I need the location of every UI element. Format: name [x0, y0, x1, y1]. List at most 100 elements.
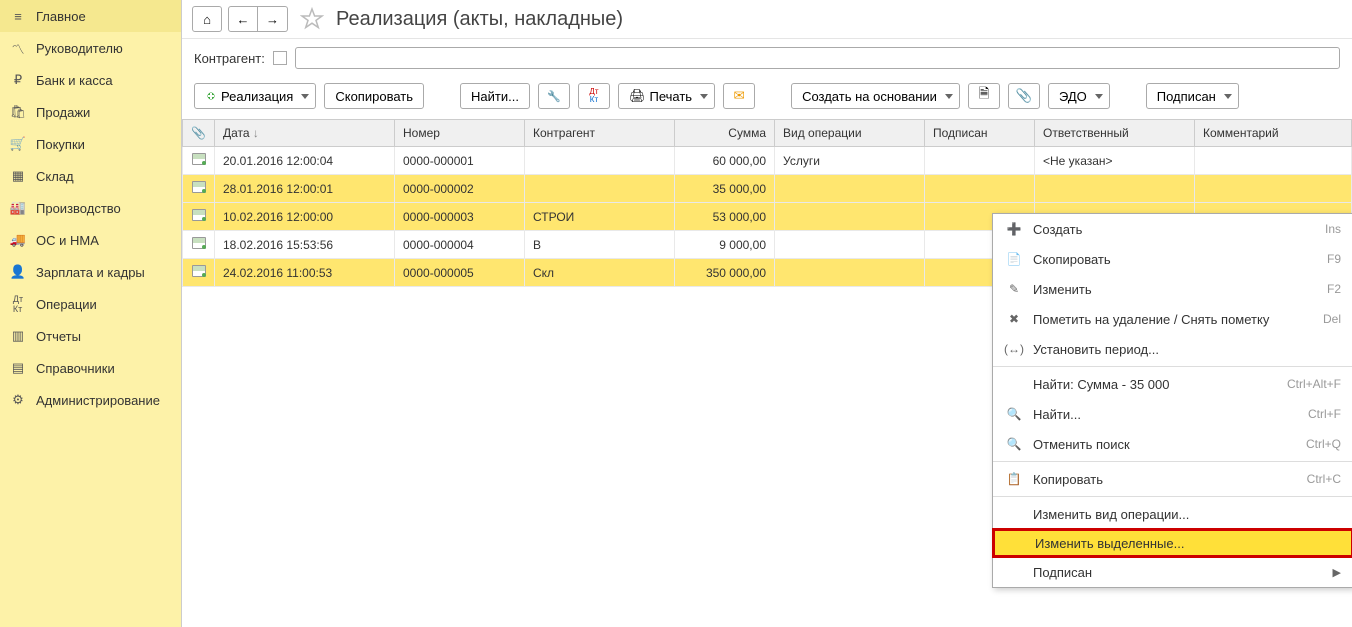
context-menu-item[interactable]: 📋 Копировать Ctrl+C: [993, 464, 1352, 494]
gear-icon: ⚙: [10, 392, 26, 408]
ctx-label: Копировать: [1033, 472, 1307, 487]
context-menu-item[interactable]: (↔) Установить период...: [993, 334, 1352, 364]
ctx-shortcut: F2: [1327, 282, 1341, 296]
cell-number: 0000-000002: [395, 175, 525, 203]
cell-operation: [775, 175, 925, 203]
submenu-arrow-icon: ▶: [1333, 566, 1341, 579]
blank-icon: [1005, 563, 1023, 581]
signed-button[interactable]: Подписан: [1146, 83, 1239, 109]
sidebar-item-main[interactable]: ≡Главное: [0, 0, 181, 32]
context-menu-item[interactable]: Изменить вид операции...: [993, 499, 1352, 529]
ctx-label: Скопировать: [1033, 252, 1327, 267]
cart-icon: 🛒: [10, 136, 26, 152]
create-based-button[interactable]: Создать на основании: [791, 83, 960, 109]
col-date[interactable]: Дата: [215, 120, 395, 147]
blank-icon: [1007, 534, 1025, 552]
sidebar-item-label: Справочники: [36, 361, 115, 376]
context-menu-item[interactable]: 🔍 Найти... Ctrl+F: [993, 399, 1352, 429]
period-icon: (↔): [1005, 340, 1023, 358]
sidebar-item-manager[interactable]: 〽Руководителю: [0, 32, 181, 64]
delete-icon: ✖: [1005, 310, 1023, 328]
related-button[interactable]: 🗎: [968, 83, 1000, 109]
separator: [993, 366, 1352, 367]
ctx-label: Изменить: [1033, 282, 1327, 297]
factory-icon: 🏭: [10, 200, 26, 216]
favorite-icon[interactable]: [300, 7, 324, 31]
dtct-icon: ДтКт: [10, 296, 26, 312]
col-number[interactable]: Номер: [395, 120, 525, 147]
sidebar-item-hr[interactable]: 👤Зарплата и кадры: [0, 256, 181, 288]
context-menu-item[interactable]: 🔍 Отменить поиск Ctrl+Q: [993, 429, 1352, 459]
sidebar-item-operations[interactable]: ДтКтОперации: [0, 288, 181, 320]
book-icon: ▤: [10, 360, 26, 376]
document-status-icon: [192, 153, 206, 165]
sidebar-item-purchases[interactable]: 🛒Покупки: [0, 128, 181, 160]
context-menu-item[interactable]: Подписан ▶: [993, 557, 1352, 587]
bag-icon: 🛍: [10, 104, 26, 120]
col-operation[interactable]: Вид операции: [775, 120, 925, 147]
back-button[interactable]: ←: [228, 6, 258, 32]
table-row[interactable]: 20.01.2016 12:00:04 0000-000001 60 000,0…: [183, 147, 1352, 175]
sidebar-item-label: Зарплата и кадры: [36, 265, 145, 280]
sidebar-item-warehouse[interactable]: ▦Склад: [0, 160, 181, 192]
create-button[interactable]: Реализация: [194, 83, 316, 109]
button-label: Подписан: [1157, 89, 1216, 104]
col-contragent[interactable]: Контрагент: [525, 120, 675, 147]
cell-operation: [775, 203, 925, 231]
table-row[interactable]: 28.01.2016 12:00:01 0000-000002 35 000,0…: [183, 175, 1352, 203]
context-menu-item[interactable]: ✖ Пометить на удаление / Снять пометку D…: [993, 304, 1352, 334]
caret-icon: [700, 94, 708, 99]
ctx-label: Создать: [1033, 222, 1325, 237]
sidebar-item-bank[interactable]: ₽Банк и касса: [0, 64, 181, 96]
dtct-button[interactable]: ДтКт: [578, 83, 610, 109]
home-button[interactable]: ⌂: [192, 6, 222, 32]
mail-icon: ✉: [733, 88, 744, 104]
attach-button[interactable]: 📎: [1008, 83, 1040, 109]
button-label: ЭДО: [1059, 89, 1087, 104]
find-button[interactable]: Найти...: [460, 83, 530, 109]
sidebar-item-label: Руководителю: [36, 41, 123, 56]
contragent-input[interactable]: [295, 47, 1340, 69]
col-responsible[interactable]: Ответственный: [1035, 120, 1195, 147]
filter-label: Контрагент:: [194, 51, 265, 66]
context-menu-item[interactable]: Изменить выделенные...: [992, 528, 1352, 558]
sidebar-item-production[interactable]: 🏭Производство: [0, 192, 181, 224]
ruble-icon: ₽: [10, 72, 26, 88]
ctx-shortcut: Ctrl+Alt+F: [1287, 377, 1341, 391]
context-menu-item[interactable]: ✎ Изменить F2: [993, 274, 1352, 304]
col-comment[interactable]: Комментарий: [1195, 120, 1352, 147]
caret-icon: [1224, 94, 1232, 99]
edo-button[interactable]: ЭДО: [1048, 83, 1110, 109]
col-attach[interactable]: 📎: [183, 120, 215, 147]
caret-icon: [301, 94, 309, 99]
filter-row: Контрагент:: [182, 39, 1352, 77]
caret-icon: [1095, 94, 1103, 99]
sidebar-item-catalogs[interactable]: ▤ Справочники: [0, 352, 181, 384]
separator: [993, 461, 1352, 462]
button-label: Найти...: [471, 89, 519, 104]
copy-icon: 📄: [1005, 250, 1023, 268]
button-label: Реализация: [221, 89, 293, 104]
sidebar-item-sales[interactable]: 🛍Продажи: [0, 96, 181, 128]
col-sum[interactable]: Сумма: [675, 120, 775, 147]
cancel-find-button[interactable]: 🔧: [538, 83, 570, 109]
col-signed[interactable]: Подписан: [925, 120, 1035, 147]
edit-icon: ✎: [1005, 280, 1023, 298]
sidebar-item-label: ОС и НМА: [36, 233, 99, 248]
context-menu-item[interactable]: ➕ Создать Ins: [993, 214, 1352, 244]
sidebar-item-admin[interactable]: ⚙Администрирование: [0, 384, 181, 416]
context-menu-item[interactable]: Найти: Сумма - 35 000 Ctrl+Alt+F: [993, 369, 1352, 399]
copy-button[interactable]: Скопировать: [324, 83, 424, 109]
forward-button[interactable]: →: [258, 6, 288, 32]
print-button[interactable]: 🖨Печать: [618, 83, 715, 109]
cell-number: 0000-000003: [395, 203, 525, 231]
cell-contragent: В: [525, 231, 675, 259]
mail-button[interactable]: ✉: [723, 83, 755, 109]
cell-contragent: [525, 147, 675, 175]
cell-responsible: <Не указан>: [1035, 147, 1195, 175]
context-menu-item[interactable]: 📄 Скопировать F9: [993, 244, 1352, 274]
cell-number: 0000-000001: [395, 147, 525, 175]
sidebar-item-reports[interactable]: ▥Отчеты: [0, 320, 181, 352]
sidebar-item-assets[interactable]: 🚚ОС и НМА: [0, 224, 181, 256]
filter-checkbox[interactable]: [273, 51, 287, 65]
